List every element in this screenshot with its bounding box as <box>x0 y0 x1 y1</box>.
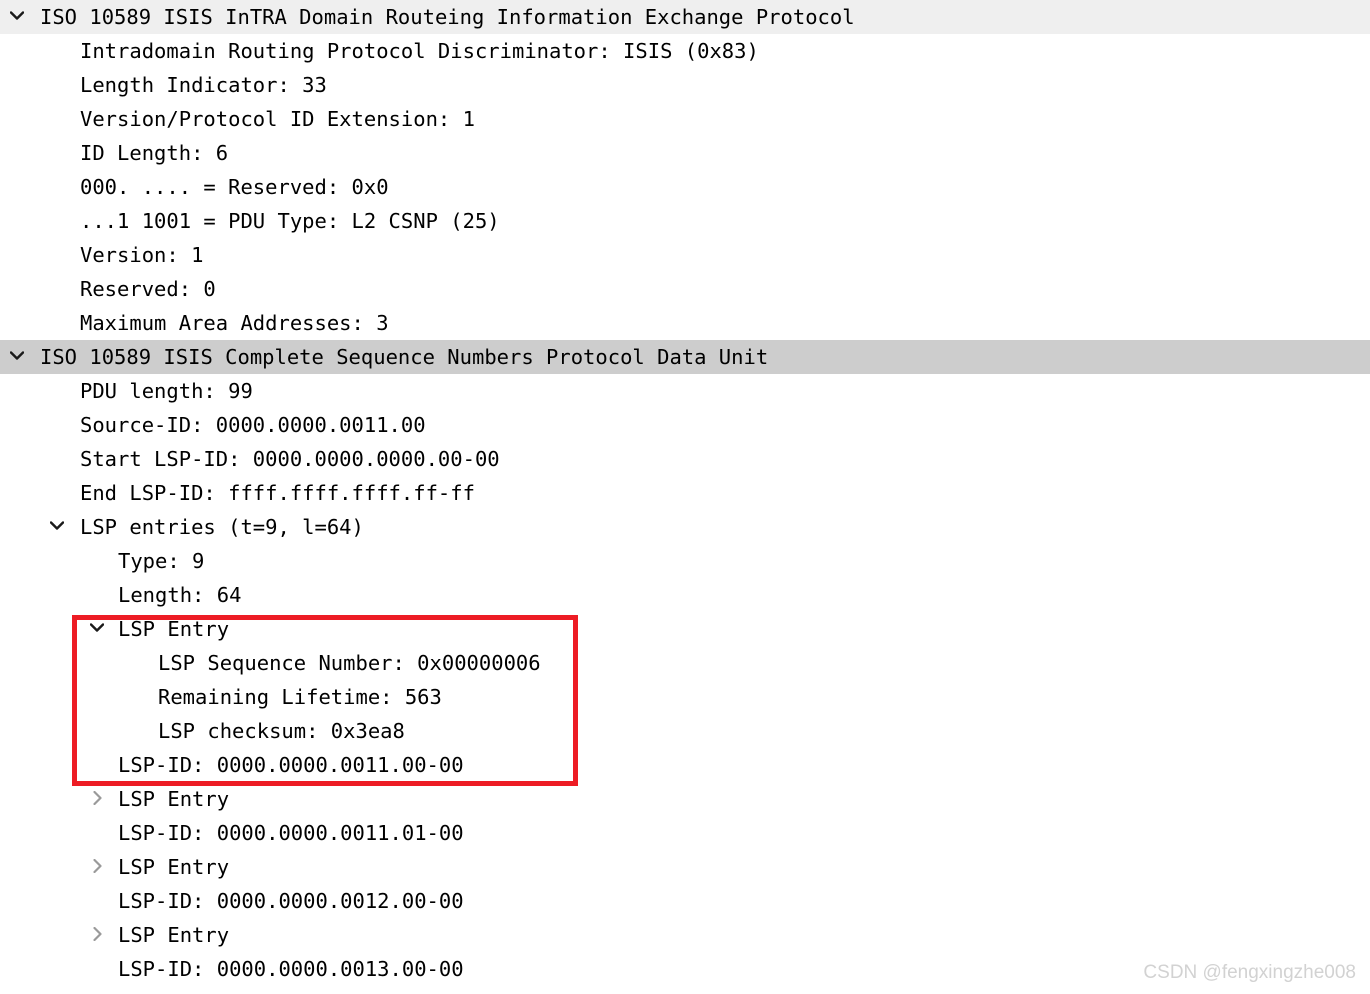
tree-item-label: LSP-ID: 0000.0000.0011.01-00 <box>118 821 464 845</box>
tree-item-lsp-entry-collapsed[interactable]: LSP Entry <box>0 850 1370 884</box>
tree-item-source-id[interactable]: Source-ID: 0000.0000.0011.00 <box>0 408 1370 442</box>
tree-item-label: LSP Entry <box>118 787 230 811</box>
tree-item-label: LSP-ID: 0000.0000.0013.00-00 <box>118 957 464 981</box>
tree-item-label: ...1 1001 = PDU Type: L2 CSNP (25) <box>80 209 500 233</box>
tree-item-label: LSP Entry <box>118 923 230 947</box>
tree-item-pdu-type[interactable]: ...1 1001 = PDU Type: L2 CSNP (25) <box>0 204 1370 238</box>
tree-item-label: LSP Sequence Number: 0x00000006 <box>158 651 541 675</box>
tree-item-label: ISO 10589 ISIS Complete Sequence Numbers… <box>40 345 769 369</box>
chevron-right-icon <box>92 927 102 941</box>
tree-item-label: Remaining Lifetime: 563 <box>158 685 442 709</box>
tree-item-version[interactable]: Version: 1 <box>0 238 1370 272</box>
tree-item-lsp-sequence-number[interactable]: LSP Sequence Number: 0x00000006 <box>0 646 1370 680</box>
tree-item-label: Type: 9 <box>118 549 205 573</box>
tree-item-lsp-id[interactable]: LSP-ID: 0000.0000.0012.00-00 <box>0 884 1370 918</box>
tree-item-label: LSP Entry <box>118 855 230 879</box>
tree-item-label: Reserved: 0 <box>80 277 216 301</box>
packet-details-pane[interactable]: ISO 10589 ISIS InTRA Domain Routeing Inf… <box>0 0 1370 994</box>
tree-item-label: Version/Protocol ID Extension: 1 <box>80 107 475 131</box>
tree-item-start-lsp-id[interactable]: Start LSP-ID: 0000.0000.0000.00-00 <box>0 442 1370 476</box>
tree-item-csnp-header[interactable]: ISO 10589 ISIS Complete Sequence Numbers… <box>0 340 1370 374</box>
tree-item-type[interactable]: Type: 9 <box>0 544 1370 578</box>
tree-item-length-indicator[interactable]: Length Indicator: 33 <box>0 68 1370 102</box>
tree-item-label: Maximum Area Addresses: 3 <box>80 311 389 335</box>
tree-item-label: 000. .... = Reserved: 0x0 <box>80 175 389 199</box>
tree-item-label: LSP Entry <box>118 617 230 641</box>
tree-item-lsp-entry-expanded[interactable]: LSP Entry <box>0 612 1370 646</box>
tree-item-pdu-length[interactable]: PDU length: 99 <box>0 374 1370 408</box>
chevron-down-icon[interactable] <box>86 612 108 646</box>
tree-item-label: LSP checksum: 0x3ea8 <box>158 719 405 743</box>
tree-item-label: Start LSP-ID: 0000.0000.0000.00-00 <box>80 447 500 471</box>
tree-item-lsp-entry-collapsed[interactable]: LSP Entry <box>0 782 1370 816</box>
tree-item-reserved-bits[interactable]: 000. .... = Reserved: 0x0 <box>0 170 1370 204</box>
chevron-down-icon[interactable] <box>6 340 28 374</box>
tree-item-label: PDU length: 99 <box>80 379 253 403</box>
chevron-down-icon <box>90 623 104 632</box>
tree-item-label: Length: 64 <box>118 583 242 607</box>
chevron-down-icon[interactable] <box>46 510 68 544</box>
tree-item-label: LSP-ID: 0000.0000.0012.00-00 <box>118 889 464 913</box>
tree-item-intradomain-discriminator[interactable]: Intradomain Routing Protocol Discriminat… <box>0 34 1370 68</box>
tree-item-end-lsp-id[interactable]: End LSP-ID: ffff.ffff.ffff.ff-ff <box>0 476 1370 510</box>
chevron-right-icon <box>92 791 102 805</box>
tree-item-version-protocol-id-extension[interactable]: Version/Protocol ID Extension: 1 <box>0 102 1370 136</box>
tree-item-label: Version: 1 <box>80 243 204 267</box>
chevron-right-icon[interactable] <box>86 850 108 884</box>
tree-item-label: LSP entries (t=9, l=64) <box>80 515 364 539</box>
chevron-right-icon[interactable] <box>86 918 108 952</box>
tree-item-label: Source-ID: 0000.0000.0011.00 <box>80 413 426 437</box>
watermark-text: CSDN @fengxingzhe008 <box>1143 962 1356 983</box>
tree-item-id-length[interactable]: ID Length: 6 <box>0 136 1370 170</box>
tree-item-lsp-id[interactable]: LSP-ID: 0000.0000.0011.00-00 <box>0 748 1370 782</box>
tree-item-reserved[interactable]: Reserved: 0 <box>0 272 1370 306</box>
tree-item-lsp-checksum[interactable]: LSP checksum: 0x3ea8 <box>0 714 1370 748</box>
chevron-down-icon <box>10 11 24 20</box>
chevron-right-icon[interactable] <box>86 782 108 816</box>
chevron-down-icon <box>50 521 64 530</box>
tree-item-isis-header[interactable]: ISO 10589 ISIS InTRA Domain Routeing Inf… <box>0 0 1370 34</box>
tree-item-lsp-entry-collapsed[interactable]: LSP Entry <box>0 918 1370 952</box>
tree-item-remaining-lifetime[interactable]: Remaining Lifetime: 563 <box>0 680 1370 714</box>
tree-item-maximum-area-addresses[interactable]: Maximum Area Addresses: 3 <box>0 306 1370 340</box>
chevron-down-icon[interactable] <box>6 0 28 34</box>
tree-item-length[interactable]: Length: 64 <box>0 578 1370 612</box>
tree-item-label: Intradomain Routing Protocol Discriminat… <box>80 39 759 63</box>
tree-item-label: Length Indicator: 33 <box>80 73 327 97</box>
tree-item-label: ID Length: 6 <box>80 141 229 165</box>
tree-item-label: LSP-ID: 0000.0000.0011.00-00 <box>118 753 464 777</box>
tree-item-label: End LSP-ID: ffff.ffff.ffff.ff-ff <box>80 481 475 505</box>
chevron-down-icon <box>10 351 24 360</box>
tree-item-lsp-entries[interactable]: LSP entries (t=9, l=64) <box>0 510 1370 544</box>
tree-item-label: ISO 10589 ISIS InTRA Domain Routeing Inf… <box>40 5 855 29</box>
chevron-right-icon <box>92 859 102 873</box>
tree-item-lsp-id[interactable]: LSP-ID: 0000.0000.0011.01-00 <box>0 816 1370 850</box>
